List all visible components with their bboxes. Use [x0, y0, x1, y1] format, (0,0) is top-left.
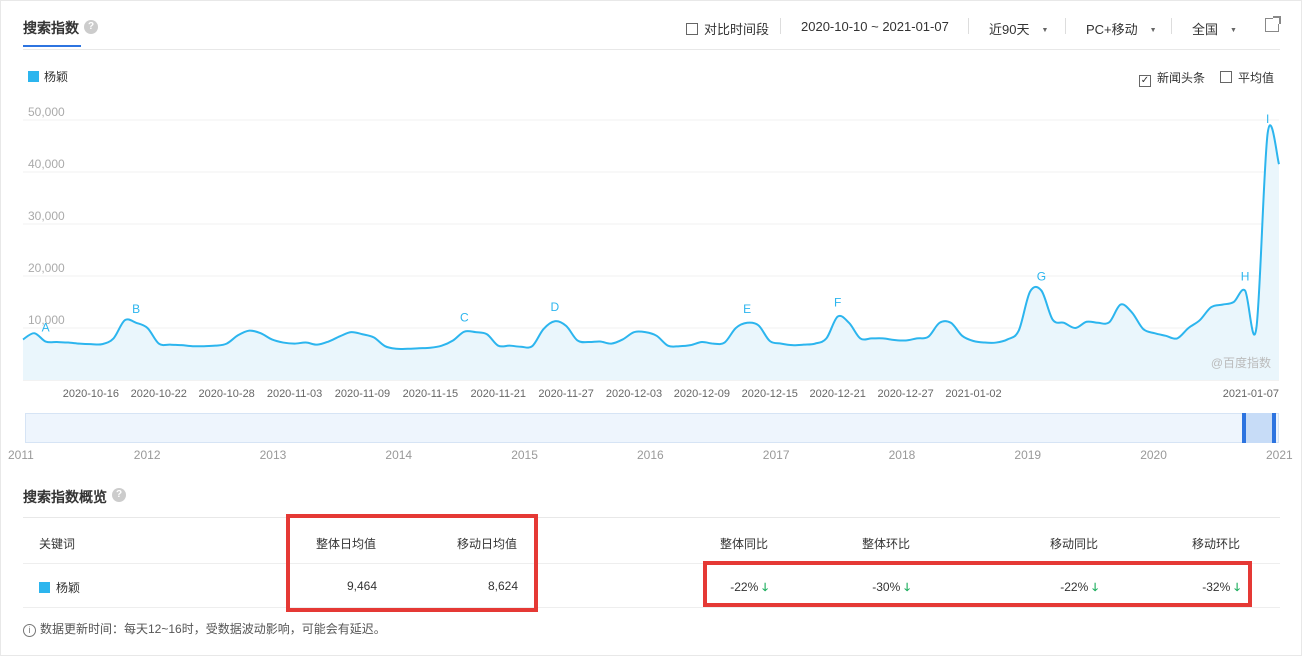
- help-icon[interactable]: ?: [84, 20, 98, 34]
- period-value: 近90天: [989, 22, 1030, 37]
- divider: [1065, 18, 1066, 34]
- col-header-mobile-yoy: 移动同比: [1050, 537, 1099, 551]
- slider-right-handle[interactable]: [1272, 413, 1276, 443]
- active-tab-indicator: [23, 45, 81, 47]
- device-value: PC+移动: [1086, 22, 1138, 37]
- col-header-overall-yoy: 整体同比: [720, 537, 769, 551]
- x-tick-label: 2020-11-27: [538, 388, 593, 400]
- divider: [968, 18, 969, 34]
- year-label: 2014: [385, 448, 413, 462]
- x-tick-label: 2021-01-07: [1223, 388, 1279, 400]
- slider-left-handle[interactable]: [1242, 413, 1246, 443]
- x-tick-label: 2020-10-22: [131, 388, 187, 400]
- divider: [1171, 18, 1172, 34]
- col-header-keyword: 关键词: [39, 537, 76, 551]
- year-label: 2021: [1266, 448, 1293, 462]
- series-area: [23, 125, 1279, 380]
- legend-swatch: [28, 71, 39, 82]
- news-checkbox[interactable]: ✓: [1139, 75, 1151, 87]
- peak-label: D: [550, 300, 559, 314]
- divider: [23, 607, 1280, 608]
- year-label: 2019: [1014, 448, 1042, 462]
- x-tick-label: 2020-12-21: [810, 388, 866, 400]
- x-tick-label: 2020-11-09: [335, 388, 390, 400]
- series-line: [22, 124, 1280, 351]
- x-tick-label: 2020-11-15: [403, 388, 458, 400]
- caret-down-icon: ▼: [1149, 27, 1157, 34]
- peak-label: E: [743, 302, 751, 316]
- keyword-swatch: [39, 582, 50, 593]
- x-tick-label: 2021-01-02: [945, 388, 1001, 400]
- y-tick-label: 50,000: [28, 105, 65, 119]
- peak-label: B: [132, 302, 140, 316]
- caret-down-icon: ▼: [1230, 27, 1237, 34]
- peak-label: H: [1241, 270, 1250, 284]
- x-tick-label: 2020-11-21: [471, 388, 526, 400]
- x-tick-label: 2020-10-28: [199, 388, 255, 400]
- row-keyword: 杨颖: [39, 579, 80, 596]
- compare-label: 对比时间段: [704, 22, 770, 37]
- divider: [23, 49, 1280, 50]
- info-icon: i: [23, 624, 36, 637]
- divider: [780, 18, 781, 34]
- caret-down-icon: ▼: [1041, 27, 1049, 34]
- average-label: 平均值: [1238, 71, 1275, 85]
- slider-selection[interactable]: [1243, 413, 1275, 443]
- x-tick-label: 2020-12-27: [877, 388, 933, 400]
- year-label: 2018: [888, 448, 916, 462]
- update-note-text: 数据更新时间：每天12~16时，受数据波动影响，可能会有延迟。: [40, 622, 386, 636]
- period-select[interactable]: 近90天 ▼: [989, 19, 1048, 38]
- help-icon[interactable]: ?: [112, 488, 126, 502]
- year-label: 2020: [1140, 448, 1167, 462]
- region-select[interactable]: 全国 ▼: [1192, 19, 1237, 38]
- peak-label: A: [42, 321, 50, 335]
- x-tick-label: 2020-10-16: [63, 388, 119, 400]
- keyword-text: 杨颖: [56, 581, 81, 595]
- compare-checkbox[interactable]: [686, 23, 698, 35]
- y-tick-label: 30,000: [28, 209, 65, 223]
- peak-label: C: [460, 311, 469, 325]
- year-label: 2015: [511, 448, 538, 462]
- x-tick-label: 2020-11-03: [267, 388, 322, 400]
- year-label: 2013: [259, 448, 287, 462]
- y-tick-label: 40,000: [28, 157, 65, 171]
- external-link-icon[interactable]: [1265, 16, 1281, 32]
- watermark: @百度指数: [1211, 355, 1271, 370]
- peak-label: F: [834, 296, 841, 310]
- search-index-chart[interactable]: 10,00020,00030,00040,00050,0002020-10-16…: [0, 95, 1302, 405]
- legend-label: 杨颖: [44, 70, 69, 84]
- highlight-box-averages: [286, 514, 538, 612]
- year-label: 2011: [8, 448, 34, 462]
- peak-label: I: [1266, 112, 1269, 126]
- year-label: 2016: [637, 448, 664, 462]
- x-tick-label: 2020-12-09: [674, 388, 730, 400]
- average-checkbox[interactable]: [1220, 71, 1232, 83]
- device-select[interactable]: PC+移动 ▼: [1086, 19, 1157, 38]
- y-tick-label: 20,000: [28, 261, 65, 275]
- compare-period-toggle[interactable]: 对比时间段: [686, 19, 769, 38]
- news-headline-toggle[interactable]: ✓ 新闻头条: [1139, 69, 1205, 87]
- overview-title: 搜索指数概览: [23, 489, 107, 505]
- average-toggle[interactable]: 平均值: [1220, 69, 1274, 86]
- year-label: 2017: [762, 448, 790, 462]
- peak-label: G: [1037, 270, 1046, 284]
- page-title: 搜索指数: [23, 20, 79, 36]
- year-label: 2012: [133, 448, 161, 462]
- divider: [23, 517, 1280, 518]
- region-value: 全国: [1192, 22, 1219, 37]
- highlight-box-changes: [703, 561, 1252, 607]
- update-note: i 数据更新时间：每天12~16时，受数据波动影响，可能会有延迟。: [23, 620, 386, 637]
- time-range-slider[interactable]: [25, 413, 1279, 443]
- date-range-picker[interactable]: 2020-10-10 ~ 2021-01-07: [801, 19, 949, 34]
- col-header-overall-mom: 整体环比: [862, 537, 911, 551]
- chart-legend[interactable]: 杨颖: [28, 68, 68, 85]
- x-tick-label: 2020-12-03: [606, 388, 662, 400]
- news-label: 新闻头条: [1157, 71, 1206, 85]
- x-tick-label: 2020-12-15: [742, 388, 798, 400]
- col-header-mobile-mom: 移动环比: [1192, 537, 1241, 551]
